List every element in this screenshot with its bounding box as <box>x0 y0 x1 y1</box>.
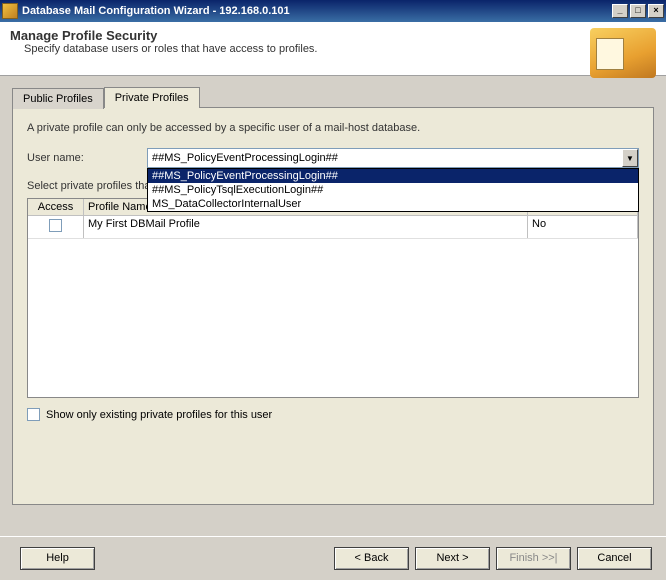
tab-panel-private: A private profile can only be accessed b… <box>12 107 654 505</box>
profiles-grid: Access Profile Name Default Profile My F… <box>27 198 639 398</box>
show-only-checkbox[interactable] <box>27 408 40 421</box>
dropdown-option[interactable]: MS_DataCollectorInternalUser <box>148 197 638 211</box>
tab-private-profiles[interactable]: Private Profiles <box>104 87 200 108</box>
wizard-header: Manage Profile Security Specify database… <box>0 22 666 76</box>
panel-description: A private profile can only be accessed b… <box>27 122 639 134</box>
grid-cell-name: My First DBMail Profile <box>84 216 528 238</box>
next-button[interactable]: Next > <box>415 547 490 570</box>
help-button[interactable]: Help <box>20 547 95 570</box>
app-icon <box>2 3 18 19</box>
window-title: Database Mail Configuration Wizard - 192… <box>22 5 612 17</box>
show-only-label[interactable]: Show only existing private profiles for … <box>46 409 272 421</box>
maximize-button[interactable]: □ <box>630 4 646 18</box>
cancel-button[interactable]: Cancel <box>577 547 652 570</box>
grid-cell-default[interactable]: No <box>528 216 638 238</box>
close-button[interactable]: × <box>648 4 664 18</box>
page-title: Manage Profile Security <box>10 28 590 43</box>
finish-button: Finish >>| <box>496 547 571 570</box>
username-dropdown-list: ##MS_PolicyEventProcessingLogin## ##MS_P… <box>147 168 639 212</box>
grid-body: My First DBMail Profile No <box>28 216 638 397</box>
username-combobox-value: ##MS_PolicyEventProcessingLogin## <box>152 152 338 164</box>
username-label: User name: <box>27 152 147 164</box>
show-only-row: Show only existing private profiles for … <box>27 408 639 421</box>
combobox-dropdown-button[interactable]: ▼ <box>622 149 638 167</box>
back-button[interactable]: < Back <box>334 547 409 570</box>
access-checkbox[interactable] <box>49 219 62 232</box>
table-row[interactable]: My First DBMail Profile No <box>28 216 638 239</box>
tab-strip: Public Profiles Private Profiles <box>12 87 654 108</box>
username-combobox[interactable]: ##MS_PolicyEventProcessingLogin## ▼ <box>147 148 639 168</box>
dropdown-option[interactable]: ##MS_PolicyEventProcessingLogin## <box>148 169 638 183</box>
dropdown-option[interactable]: ##MS_PolicyTsqlExecutionLogin## <box>148 183 638 197</box>
grid-cell-access <box>28 216 84 238</box>
tab-public-profiles[interactable]: Public Profiles <box>12 88 104 109</box>
wizard-footer: Help < Back Next > Finish >>| Cancel <box>0 536 666 580</box>
page-subtitle: Specify database users or roles that hav… <box>24 43 590 55</box>
chevron-down-icon: ▼ <box>626 154 634 163</box>
minimize-button[interactable]: _ <box>612 4 628 18</box>
titlebar: Database Mail Configuration Wizard - 192… <box>0 0 666 22</box>
header-graphic-icon <box>590 28 656 78</box>
grid-header-access[interactable]: Access <box>28 199 84 215</box>
